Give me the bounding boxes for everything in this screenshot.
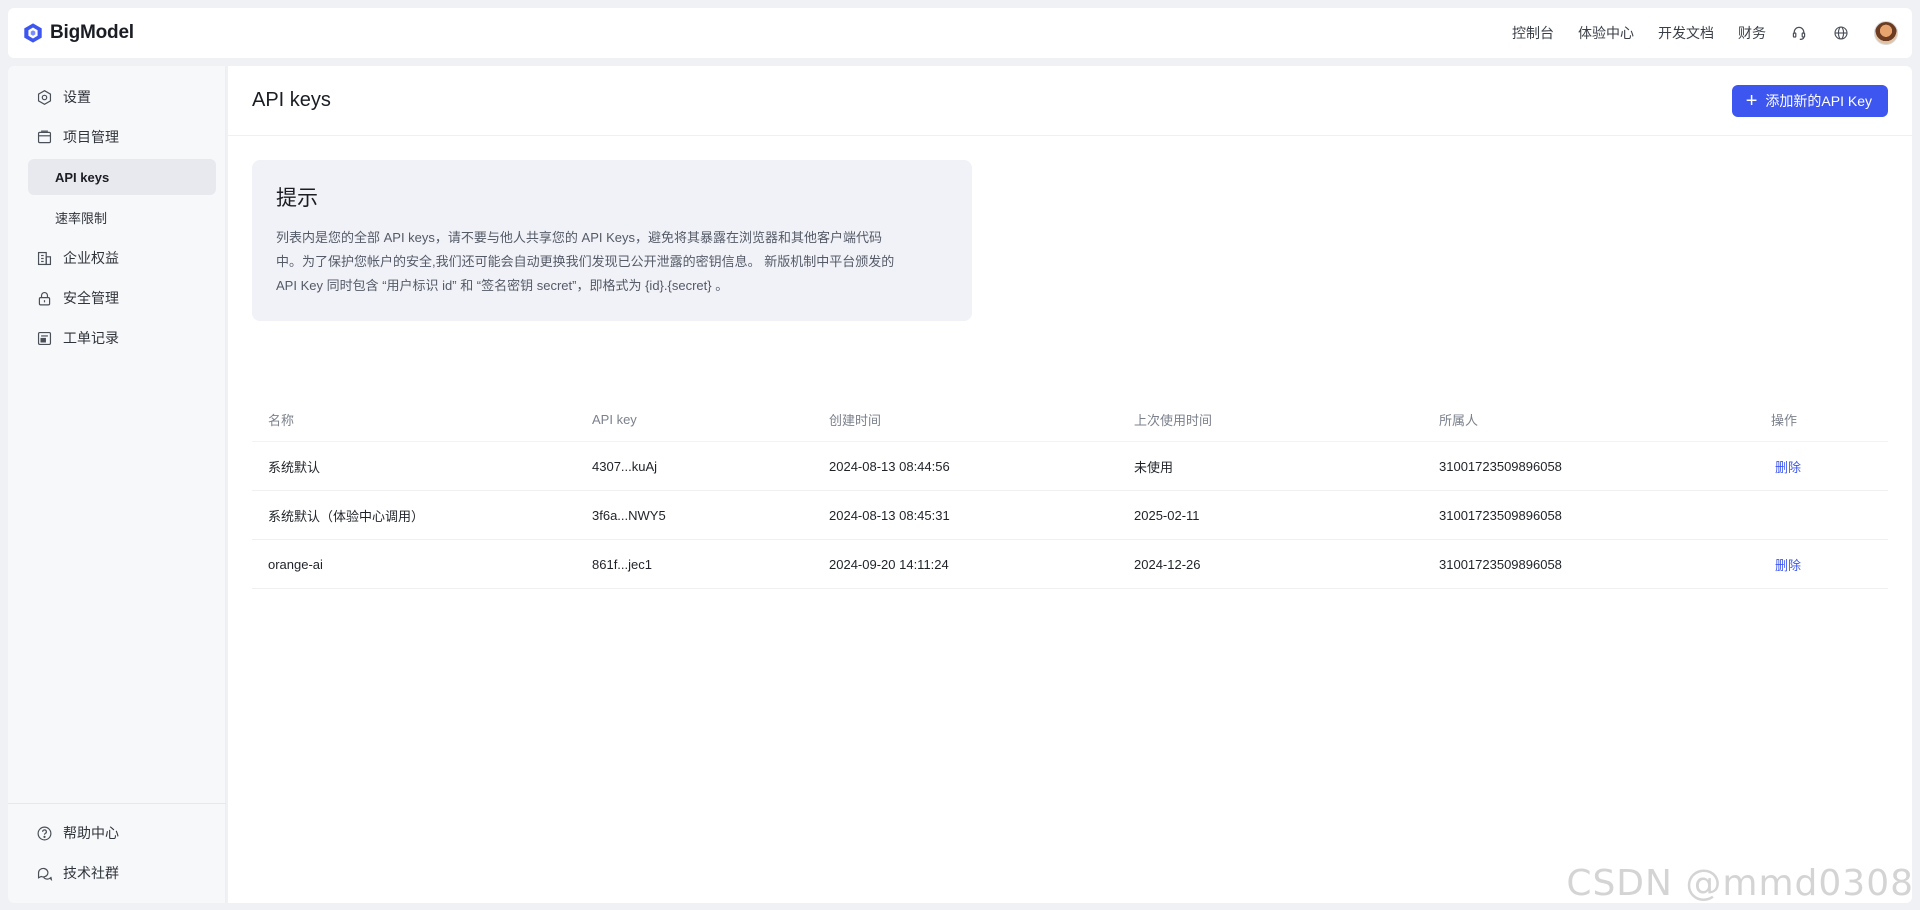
delete-button[interactable]: 删除 bbox=[1775, 558, 1801, 573]
sidebar-item-label: 技术社群 bbox=[63, 865, 119, 881]
sidebar-item-label: 项目管理 bbox=[63, 129, 119, 145]
headset-icon[interactable] bbox=[1790, 24, 1808, 42]
main-content: API keys + 添加新的API Key 提示 列表内是您的全部 API k… bbox=[228, 66, 1912, 903]
tip-line: API Key 同时包含 “用户标识 id” 和 “签名密钥 secret”，即… bbox=[276, 278, 729, 293]
sidebar-item-tickets[interactable]: 工单记录 bbox=[28, 320, 216, 356]
cell-api-key: 4307...kuAj bbox=[592, 458, 658, 474]
cell-created: 2024-08-13 08:44:56 bbox=[829, 458, 950, 474]
sidebar: 设置 项目管理 API keys 速率限制 企业权益 安全管理 工单记录 帮助中… bbox=[8, 66, 226, 903]
sidebar-item-rate-limits[interactable]: 速率限制 bbox=[28, 199, 216, 235]
sidebar-item-api-keys[interactable]: API keys bbox=[28, 159, 216, 195]
cell-owner: 31001723509896058 bbox=[1439, 507, 1562, 523]
cell-name: 系统默认 bbox=[268, 459, 321, 475]
cell-created: 2024-09-20 14:11:24 bbox=[829, 556, 949, 572]
page-header: API keys + 添加新的API Key bbox=[228, 66, 1912, 136]
plus-icon: + bbox=[1745, 89, 1758, 112]
table-row: orange-ai 861f...jec1 2024-09-20 14:11:2… bbox=[252, 540, 1888, 589]
nav-finance[interactable]: 财务 bbox=[1738, 23, 1766, 43]
top-nav: 控制台 体验中心 开发文档 财务 bbox=[1512, 21, 1898, 45]
brand[interactable]: BigModel bbox=[22, 22, 134, 44]
sidebar-item-label: 设置 bbox=[63, 89, 91, 105]
column-header-name: 名称 bbox=[268, 413, 295, 428]
cell-owner: 31001723509896058 bbox=[1439, 556, 1562, 572]
table-header-row: 名称 API key 创建时间 上次使用时间 所属人 操作 bbox=[252, 398, 1888, 442]
table-row: 系统默认 4307...kuAj 2024-08-13 08:44:56 未使用… bbox=[252, 442, 1888, 491]
sidebar-item-settings[interactable]: 设置 bbox=[28, 79, 216, 115]
lock-icon bbox=[38, 291, 51, 305]
nav-dev-docs[interactable]: 开发文档 bbox=[1658, 23, 1714, 43]
column-header-created: 创建时间 bbox=[829, 413, 882, 428]
sidebar-divider bbox=[8, 803, 226, 804]
building-icon bbox=[37, 251, 52, 265]
watermark: CSDN @mmd0308 bbox=[1566, 863, 1914, 904]
cell-api-key: 861f...jec1 bbox=[592, 556, 652, 572]
api-keys-table: 名称 API key 创建时间 上次使用时间 所属人 操作 系统默认 4307.… bbox=[252, 398, 1888, 589]
nav-experience-center[interactable]: 体验中心 bbox=[1578, 23, 1634, 43]
cell-last-used: 2025-02-11 bbox=[1134, 507, 1200, 523]
sidebar-item-security[interactable]: 安全管理 bbox=[28, 280, 216, 316]
page-title: API keys bbox=[252, 89, 331, 111]
chat-icon bbox=[37, 867, 53, 881]
cell-name: orange-ai bbox=[268, 556, 323, 572]
tip-line: 中。为了保护您帐户的安全,我们还可能会自动更换我们发现已公开泄露的密钥信息。 新… bbox=[276, 254, 895, 269]
sidebar-item-label: 工单记录 bbox=[63, 330, 119, 346]
cell-api-key: 3f6a...NWY5 bbox=[592, 507, 666, 523]
cell-name: 系统默认（体验中心调用） bbox=[268, 508, 425, 524]
settings-icon bbox=[37, 89, 52, 105]
top-bar: BigModel 控制台 体验中心 开发文档 财务 bbox=[8, 8, 1912, 58]
tip-line: 列表内是您的全部 API keys，请不要与他人共享您的 API Keys，避免… bbox=[276, 230, 882, 245]
sidebar-item-enterprise[interactable]: 企业权益 bbox=[28, 240, 216, 276]
help-icon bbox=[37, 826, 52, 840]
cell-created: 2024-08-13 08:45:31 bbox=[829, 507, 950, 523]
project-icon bbox=[37, 130, 52, 143]
sidebar-item-label: 帮助中心 bbox=[63, 825, 119, 841]
cell-last-used: 未使用 bbox=[1134, 459, 1174, 475]
globe-icon[interactable] bbox=[1832, 24, 1850, 42]
sidebar-item-projects[interactable]: 项目管理 bbox=[28, 119, 216, 155]
add-api-key-button[interactable]: + 添加新的API Key bbox=[1731, 84, 1888, 117]
column-header-last-used: 上次使用时间 bbox=[1134, 413, 1213, 428]
delete-button[interactable]: 删除 bbox=[1775, 460, 1801, 475]
tip-title: 提示 bbox=[276, 187, 318, 210]
bigmodel-logo-icon bbox=[24, 23, 42, 43]
sidebar-item-help-center[interactable]: 帮助中心 bbox=[28, 815, 216, 851]
column-header-api-key: API key bbox=[592, 412, 637, 427]
table-row: 系统默认（体验中心调用） 3f6a...NWY5 2024-08-13 08:4… bbox=[252, 491, 1888, 540]
user-avatar[interactable] bbox=[1874, 21, 1898, 45]
sidebar-item-label: 企业权益 bbox=[63, 250, 119, 266]
brand-name: BigModel bbox=[50, 22, 134, 43]
sidebar-item-tech-community[interactable]: 技术社群 bbox=[28, 855, 216, 891]
cell-owner: 31001723509896058 bbox=[1439, 458, 1562, 474]
ticket-icon bbox=[37, 331, 52, 345]
tip-box: 提示 列表内是您的全部 API keys，请不要与他人共享您的 API Keys… bbox=[252, 160, 972, 321]
tip-text: 列表内是您的全部 API keys，请不要与他人共享您的 API Keys，避免… bbox=[276, 226, 948, 298]
column-header-actions: 操作 bbox=[1771, 413, 1798, 428]
column-header-owner: 所属人 bbox=[1439, 413, 1479, 428]
sidebar-item-label: 安全管理 bbox=[63, 290, 119, 306]
nav-console[interactable]: 控制台 bbox=[1512, 23, 1554, 43]
add-api-key-label: 添加新的API Key bbox=[1765, 92, 1872, 109]
cell-last-used: 2024-12-26 bbox=[1134, 556, 1201, 572]
